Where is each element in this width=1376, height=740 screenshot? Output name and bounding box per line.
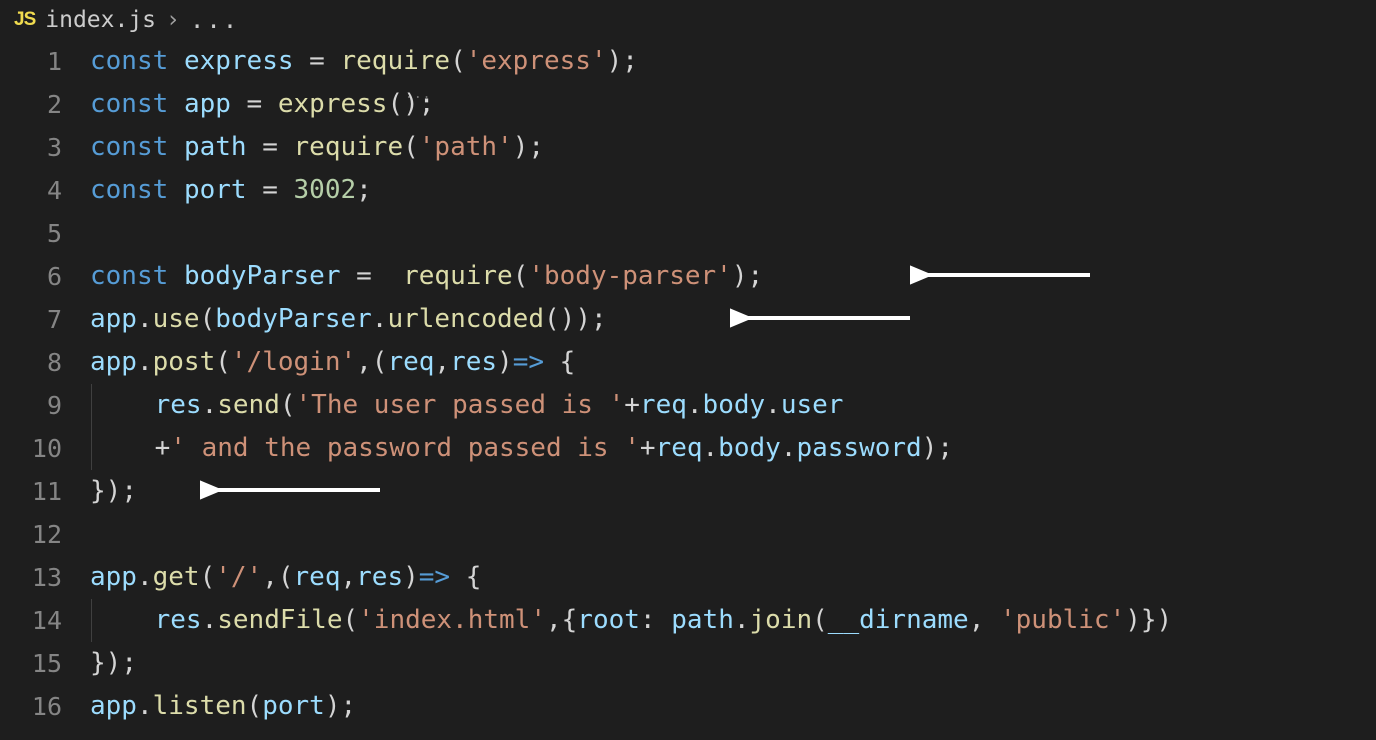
js-file-icon: JS — [14, 9, 35, 31]
code-line[interactable]: app.use(bodyParser.urlencoded()); — [90, 298, 1376, 341]
code-line[interactable]: app.get('/',(req,res)=> { — [90, 556, 1376, 599]
code-line[interactable]: const bodyParser = require('body-parser'… — [90, 255, 1376, 298]
line-number: 1 — [0, 40, 62, 83]
code-line[interactable]: const app = express(); — [90, 83, 1376, 126]
code-line[interactable]: app.post('/login',(req,res)=> { — [90, 341, 1376, 384]
code-line[interactable]: const path = require('path'); — [90, 126, 1376, 169]
line-number: 2 — [0, 83, 62, 126]
line-number: 5 — [0, 212, 62, 255]
line-number: 16 — [0, 685, 62, 728]
chevron-right-icon: › — [166, 7, 180, 33]
code-line[interactable]: }); — [90, 642, 1376, 685]
annotation-arrow-icon — [910, 265, 1095, 285]
line-number: 4 — [0, 169, 62, 212]
code-editor[interactable]: 1 2 3 4 5 6 7 8 9 10 11 12 13 14 15 16 c… — [0, 40, 1376, 728]
line-number: 6 — [0, 255, 62, 298]
annotation-arrow-icon — [730, 308, 915, 328]
code-area[interactable]: const express = require('express');... c… — [90, 40, 1376, 728]
annotation-arrow-icon — [200, 480, 385, 500]
code-line[interactable]: +' and the password passed is '+req.body… — [90, 427, 1376, 470]
code-line[interactable]: app.listen(port); — [90, 685, 1376, 728]
line-number: 12 — [0, 513, 62, 556]
line-number: 13 — [0, 556, 62, 599]
breadcrumb-dots[interactable]: ... — [190, 6, 239, 34]
line-number: 7 — [0, 298, 62, 341]
breadcrumb-file-name[interactable]: index.js — [45, 7, 156, 33]
code-line[interactable]: res.send('The user passed is '+req.body.… — [90, 384, 1376, 427]
code-line[interactable]: res.sendFile('index.html',{root: path.jo… — [90, 599, 1376, 642]
breadcrumb[interactable]: JS index.js › ... — [0, 0, 1376, 40]
code-line[interactable]: const port = 3002; — [90, 169, 1376, 212]
line-number: 14 — [0, 599, 62, 642]
line-number: 8 — [0, 341, 62, 384]
line-number: 3 — [0, 126, 62, 169]
line-number-gutter: 1 2 3 4 5 6 7 8 9 10 11 12 13 14 15 16 — [0, 40, 90, 728]
code-line[interactable] — [90, 212, 1376, 255]
line-number: 9 — [0, 384, 62, 427]
line-number: 10 — [0, 427, 62, 470]
code-line[interactable]: }); — [90, 470, 1376, 513]
code-line[interactable] — [90, 513, 1376, 556]
line-number: 15 — [0, 642, 62, 685]
line-number: 11 — [0, 470, 62, 513]
code-line[interactable]: const express = require('express');... — [90, 40, 1376, 83]
